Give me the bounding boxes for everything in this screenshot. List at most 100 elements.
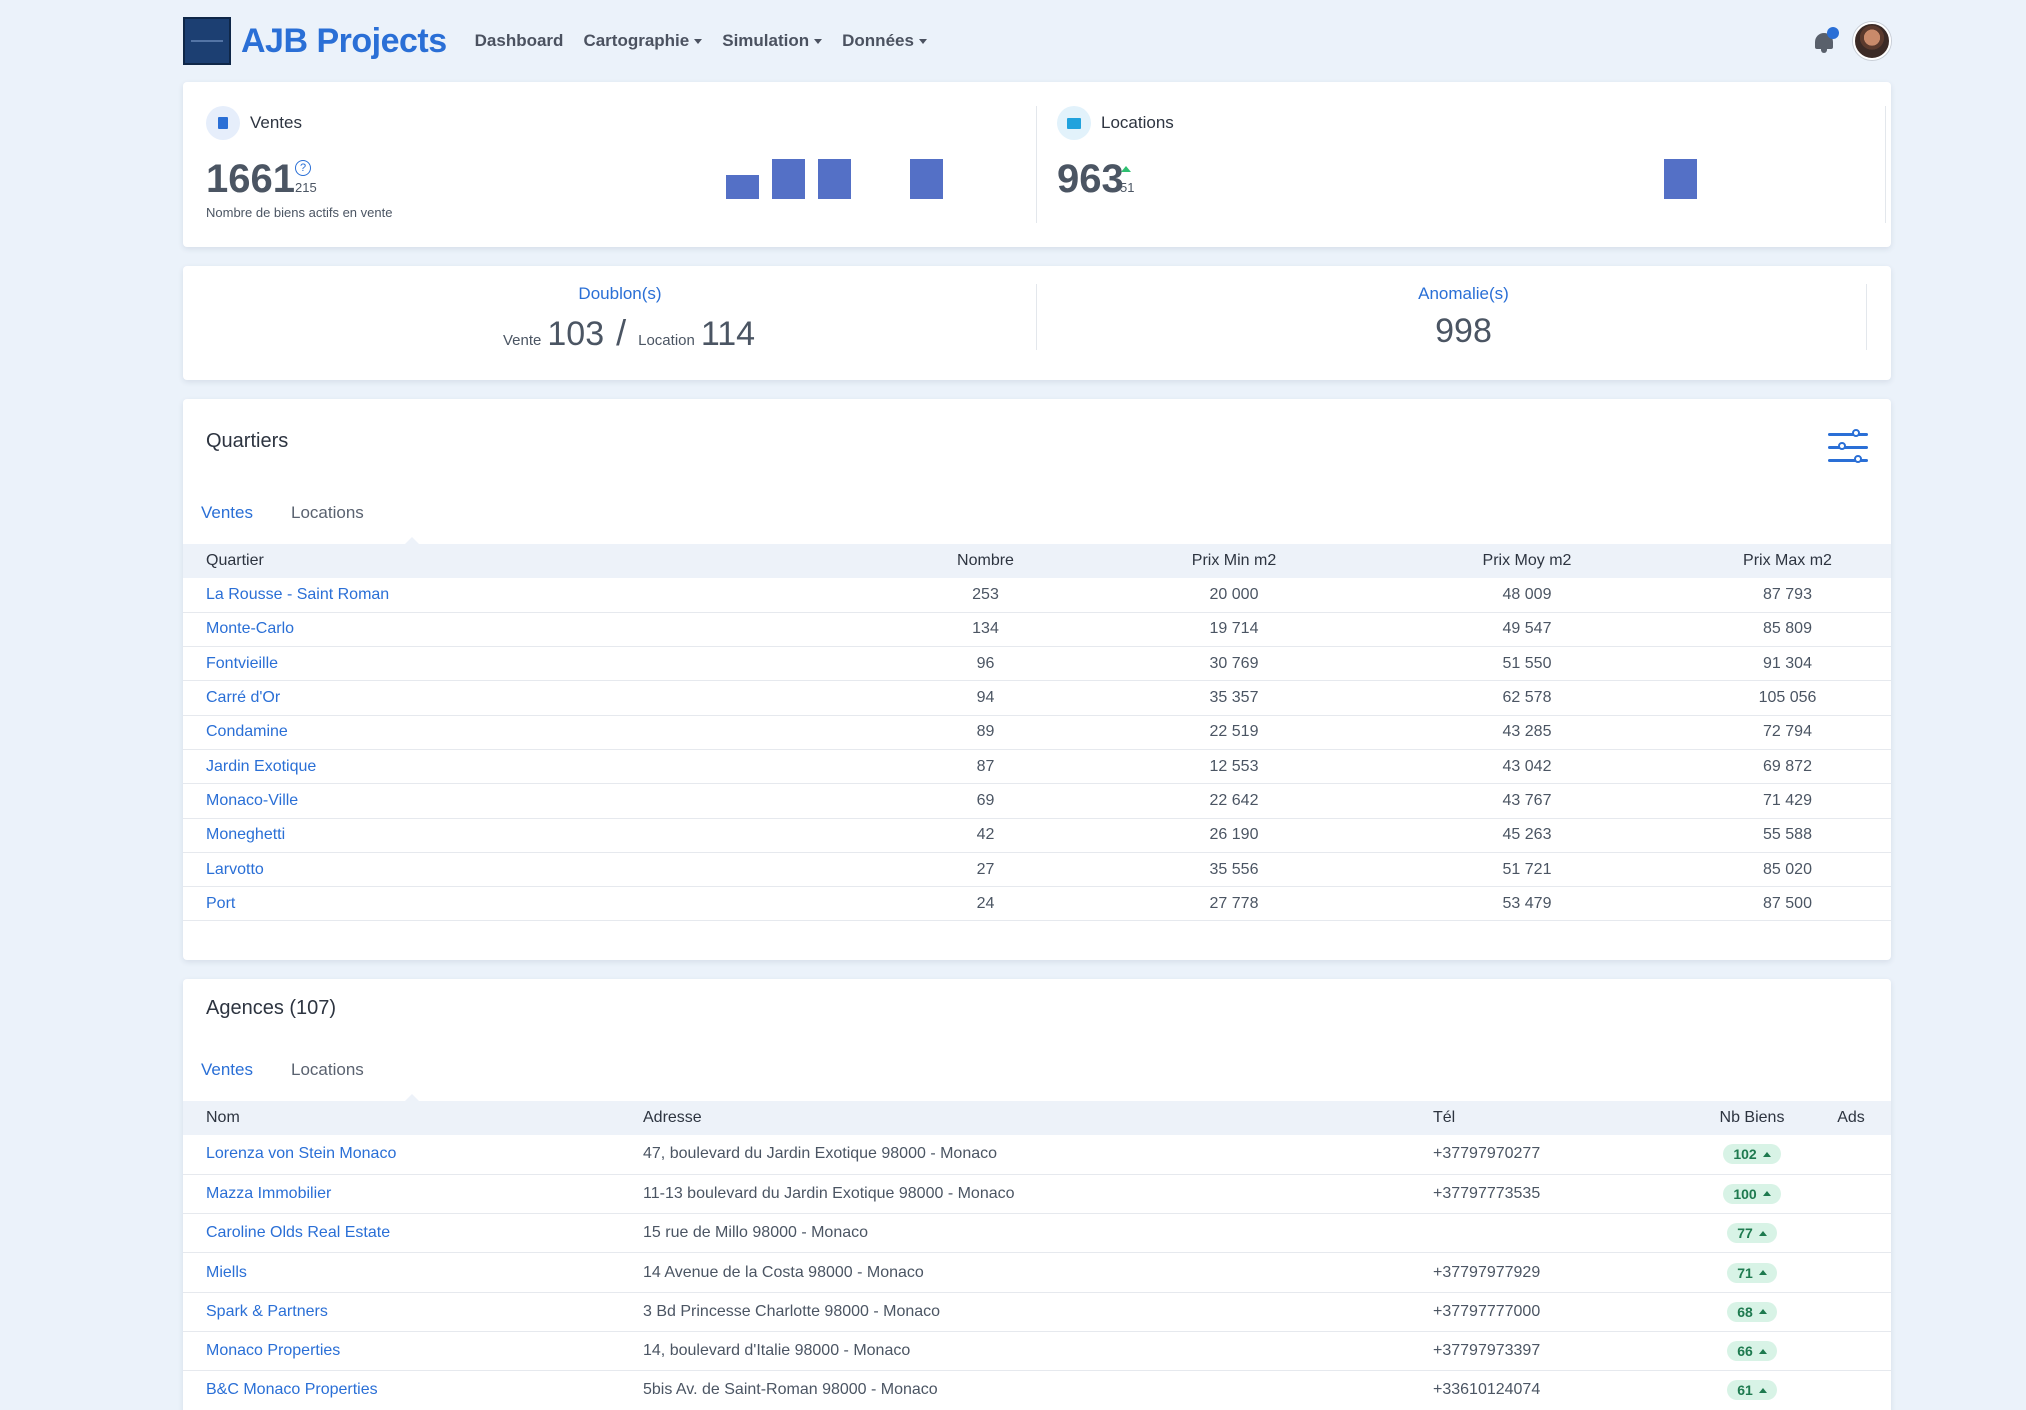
table-cell: 20 000 <box>1098 578 1370 613</box>
section-title: Quartiers <box>206 430 289 452</box>
table-cell: 134 <box>873 612 1098 648</box>
nav-dashboard[interactable]: Dashboard <box>475 31 564 51</box>
nav-donnees[interactable]: Données <box>842 31 927 51</box>
nb-biens-cell: 61 <box>1693 1370 1811 1410</box>
table-cell: 27 <box>873 852 1098 888</box>
table-cell: 49 547 <box>1370 612 1684 648</box>
table-cell: 45 263 <box>1370 818 1684 853</box>
table-cell: 69 <box>873 783 1098 819</box>
table-row[interactable]: Mazza Immobilier 11-13 boulevard du Jardi… <box>183 1174 1891 1215</box>
stats-card: Ventes 1661 ? 215 Nombre de biens actifs… <box>183 82 1891 247</box>
nb-biens-cell: 77 <box>1693 1213 1811 1254</box>
table-cell: 43 285 <box>1370 715 1684 750</box>
table-row[interactable]: Spark & Partners 3 Bd Princesse Charlotte… <box>183 1292 1891 1332</box>
anomalies-title[interactable]: Anomalie(s) <box>1036 284 1891 304</box>
tab-ventes[interactable]: Ventes <box>201 1060 253 1080</box>
table-row[interactable]: Condamine 89 22 519 43 285 72 794 <box>183 715 1891 750</box>
table-row[interactable]: B&C Monaco Properties 5bis Av. de Saint-R… <box>183 1370 1891 1410</box>
nb-biens-cell: 66 <box>1693 1331 1811 1372</box>
table-row[interactable]: La Rousse - Saint Roman 253 20 000 48 009 87… <box>183 578 1891 613</box>
table-cell: 87 <box>873 749 1098 785</box>
table-row[interactable]: Monaco Properties 14, boulevard d'Italie … <box>183 1331 1891 1372</box>
trend-up-icon <box>1758 1270 1767 1276</box>
agence-link[interactable]: Lorenza von Stein Monaco <box>183 1135 643 1175</box>
agence-link[interactable]: Spark & Partners <box>183 1292 643 1332</box>
quartier-link[interactable]: Carré d'Or <box>183 680 873 716</box>
nav-simulation[interactable]: Simulation <box>722 31 823 51</box>
table-cell: 15 rue de Millo 98000 - Monaco <box>643 1213 1433 1254</box>
caret-down-icon <box>918 38 927 44</box>
stat-delta: 51 <box>1120 180 1135 195</box>
sparkline-bar <box>1664 159 1697 199</box>
stat-title: Locations <box>1101 113 1174 132</box>
quartier-link[interactable]: Larvotto <box>183 852 873 888</box>
doublons-location[interactable]: 114 <box>701 315 755 354</box>
help-icon[interactable]: ? <box>295 160 311 176</box>
table-row[interactable]: Larvotto 27 35 556 51 721 85 020 <box>183 852 1891 888</box>
trend-up-icon <box>1758 1309 1767 1315</box>
quartiers-table: Quartier Nombre Prix Min m2 Prix Moy m2 … <box>183 544 1891 922</box>
bell-icon[interactable] <box>1811 27 1839 55</box>
count-badge: 71 <box>1727 1262 1777 1283</box>
table-row[interactable]: Fontvieille 96 30 769 51 550 91 304 <box>183 646 1891 682</box>
quartiers-tabs: Ventes Locations <box>201 503 364 523</box>
table-row[interactable]: Moneghetti 42 26 190 45 263 55 588 <box>183 818 1891 853</box>
agence-link[interactable]: B&C Monaco Properties <box>183 1370 643 1410</box>
stat-value: 1661 <box>206 157 295 201</box>
filter-sliders-icon[interactable] <box>1828 429 1868 467</box>
quartier-link[interactable]: Fontvieille <box>183 646 873 682</box>
table-row[interactable]: Miells 14 Avenue de la Costa 98000 - Mona… <box>183 1252 1891 1293</box>
table-cell: 105 056 <box>1684 680 1891 716</box>
caret-down-icon <box>694 38 703 44</box>
doublons-title[interactable]: Doublon(s) <box>183 284 1057 304</box>
agence-link[interactable]: Mazza Immobilier <box>183 1174 643 1215</box>
avatar[interactable] <box>1853 22 1891 60</box>
table-row[interactable]: Lorenza von Stein Monaco 47, boulevard du… <box>183 1135 1891 1175</box>
count-badge: 77 <box>1727 1223 1777 1244</box>
table-row[interactable]: Carré d'Or 94 35 357 62 578 105 056 <box>183 680 1891 716</box>
tab-locations[interactable]: Locations <box>291 1060 364 1080</box>
trend-up-icon <box>1758 1348 1767 1354</box>
table-row[interactable]: Jardin Exotique 87 12 553 43 042 69 872 <box>183 749 1891 785</box>
table-cell: 55 588 <box>1684 818 1891 853</box>
quartier-link[interactable]: Monte-Carlo <box>183 612 873 648</box>
doublons-vente[interactable]: 103 <box>547 315 604 354</box>
quartier-link[interactable]: Jardin Exotique <box>183 749 873 785</box>
quartier-link[interactable]: Condamine <box>183 715 873 750</box>
agences-card: Agences (107) Ventes Locations Nom Adres… <box>183 979 1891 1410</box>
table-cell: 14, boulevard d'Italie 98000 - Monaco <box>643 1331 1433 1372</box>
nav-cartographie[interactable]: Cartographie <box>583 31 703 51</box>
table-row[interactable]: Monte-Carlo 134 19 714 49 547 85 809 <box>183 612 1891 648</box>
table-cell <box>1811 1213 1891 1254</box>
table-header: Quartier Nombre Prix Min m2 Prix Moy m2 … <box>183 544 1891 578</box>
table-cell <box>1811 1331 1891 1372</box>
brand-name[interactable]: AJB Projects <box>241 22 447 61</box>
table-cell: 94 <box>873 680 1098 716</box>
anomalies-value[interactable]: 998 <box>1435 312 1492 351</box>
quartier-link[interactable]: Moneghetti <box>183 818 873 853</box>
quartier-link[interactable]: La Rousse - Saint Roman <box>183 578 873 613</box>
table-header: Nom Adresse Tél Nb Biens Ads <box>183 1101 1891 1135</box>
table-row[interactable]: Monaco-Ville 69 22 642 43 767 71 429 <box>183 783 1891 819</box>
tab-ventes[interactable]: Ventes <box>201 503 253 523</box>
table-cell: 72 794 <box>1684 715 1891 750</box>
count-badge: 100 <box>1723 1183 1781 1204</box>
section-title: Agences (107) <box>206 997 337 1019</box>
quartier-link[interactable]: Monaco-Ville <box>183 783 873 819</box>
table-cell: 43 767 <box>1370 783 1684 819</box>
stat-ventes: Ventes 1661 ? 215 Nombre de biens actifs… <box>183 82 1036 247</box>
table-cell <box>1811 1135 1891 1175</box>
table-cell: 35 556 <box>1098 852 1370 888</box>
quartier-link[interactable]: Port <box>183 886 873 922</box>
table-cell: 62 578 <box>1370 680 1684 716</box>
table-row[interactable]: Caroline Olds Real Estate 15 rue de Millo… <box>183 1213 1891 1254</box>
agence-link[interactable]: Monaco Properties <box>183 1331 643 1372</box>
table-cell: 48 009 <box>1370 578 1684 613</box>
trend-up-icon <box>1762 1191 1771 1197</box>
logo[interactable] <box>183 17 231 65</box>
agence-link[interactable]: Caroline Olds Real Estate <box>183 1213 643 1254</box>
agence-link[interactable]: Miells <box>183 1252 643 1293</box>
table-row[interactable]: Port 24 27 778 53 479 87 500 <box>183 886 1891 922</box>
tab-locations[interactable]: Locations <box>291 503 364 523</box>
doublons-card: Doublon(s) Vente 103 / Location 114 Anom… <box>183 266 1891 380</box>
